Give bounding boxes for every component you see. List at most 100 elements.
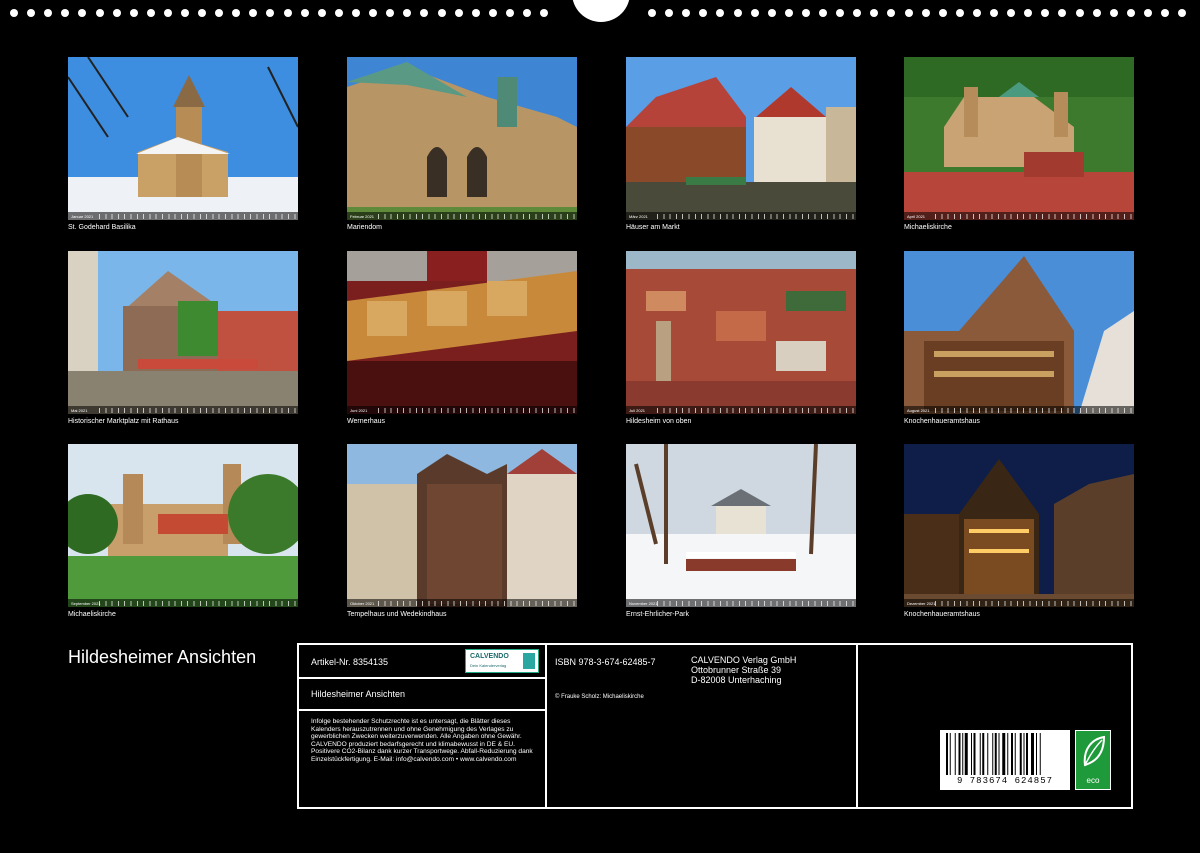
barcode-bars <box>946 733 1041 775</box>
month-strip: Januar 2021 <box>68 212 298 220</box>
day-cells <box>378 407 575 413</box>
month-label: November 2021 <box>629 600 658 606</box>
day-cells <box>378 600 575 606</box>
binding-hole <box>61 9 69 17</box>
thumbnail-photo: Februar 2021 <box>347 57 577 220</box>
binding-hole <box>768 9 776 17</box>
calendar-thumbnail: November 2021 Ernst-Ehrlicher-Park <box>626 444 856 618</box>
binding-hole <box>1144 9 1152 17</box>
day-cells <box>657 600 854 606</box>
thumbnail-caption: Michaeliskirche <box>904 224 952 231</box>
binding-hole <box>386 9 394 17</box>
binding-hole <box>751 9 759 17</box>
binding-hole <box>301 9 309 17</box>
hanger-cutout <box>572 0 630 22</box>
calvendo-logo-mark <box>523 653 535 669</box>
day-cells <box>99 407 296 413</box>
day-cells <box>657 407 854 413</box>
thumbnail-caption: Michaeliskirche <box>68 611 116 618</box>
isbn: ISBN 978-3-674-62485-7 <box>555 657 656 667</box>
binding-hole <box>78 9 86 17</box>
binding-hole <box>836 9 844 17</box>
binding-hole <box>403 9 411 17</box>
binding-hole <box>1058 9 1066 17</box>
binding-hole <box>164 9 172 17</box>
month-strip: Juli 2021 <box>626 406 856 414</box>
publisher-line: D-82008 Unterhaching <box>691 675 782 685</box>
binding-hole <box>438 9 446 17</box>
work-title-row: Hildesheimer Ansichten <box>299 679 545 711</box>
day-cells <box>657 213 854 219</box>
info-column-left: Artikel-Nr. 8354135 CALVENDO Dein Kalend… <box>299 645 547 807</box>
thumbnail-photo: August 2021 <box>904 251 1134 414</box>
month-strip: Dezember 2021 <box>904 599 1134 607</box>
binding-hole <box>489 9 497 17</box>
article-row: Artikel-Nr. 8354135 CALVENDO Dein Kalend… <box>299 645 545 679</box>
binding-hole <box>540 9 548 17</box>
binding-hole <box>905 9 913 17</box>
binding-hole <box>266 9 274 17</box>
month-strip: Oktober 2021 <box>347 599 577 607</box>
thumbnail-photo: März 2021 <box>626 57 856 220</box>
binding-hole <box>648 9 656 17</box>
month-label: Januar 2021 <box>71 213 94 219</box>
binding-hole <box>318 9 326 17</box>
month-strip: November 2021 <box>626 599 856 607</box>
calendar-thumbnail: September 2021 Michaeliskirche <box>68 444 298 618</box>
binding-hole <box>1178 9 1186 17</box>
binding-hole <box>96 9 104 17</box>
thumbnail-photo: Dezember 2021 <box>904 444 1134 607</box>
binding-hole <box>10 9 18 17</box>
thumbnail-caption: Mariendom <box>347 224 383 231</box>
binding-hole <box>352 9 360 17</box>
binding-hole <box>113 9 121 17</box>
binding-hole <box>956 9 964 17</box>
binding-hole <box>939 9 947 17</box>
binding-hole <box>665 9 673 17</box>
binding-hole <box>1161 9 1169 17</box>
thumbnail-caption: Knochenhaueramtshaus <box>904 611 980 618</box>
binding-hole <box>1041 9 1049 17</box>
binding-hole <box>1024 9 1032 17</box>
info-column-middle: ISBN 978-3-674-62485-7 © Frauke Scholz: … <box>547 645 858 807</box>
day-cells <box>99 213 296 219</box>
calendar-thumbnail: April 2021 Michaeliskirche <box>904 57 1134 231</box>
month-strip: Mai 2021 <box>68 406 298 414</box>
month-label: März 2021 <box>629 213 648 219</box>
binding-hole <box>853 9 861 17</box>
day-cells <box>935 213 1132 219</box>
calendar-thumbnail: Dezember 2021 Knochenhaueramtshaus <box>904 444 1134 618</box>
thumbnail-photo: April 2021 <box>904 57 1134 220</box>
calendar-thumbnail: März 2021 Häuser am Markt <box>626 57 856 231</box>
binding-hole <box>472 9 480 17</box>
info-panel: Artikel-Nr. 8354135 CALVENDO Dein Kalend… <box>297 643 1133 809</box>
binding-hole <box>455 9 463 17</box>
binding-hole <box>887 9 895 17</box>
month-strip: Februar 2021 <box>347 212 577 220</box>
eco-badge: eco <box>1075 730 1111 790</box>
binding-hole <box>232 9 240 17</box>
binding-hole <box>973 9 981 17</box>
calendar-thumbnail: August 2021 Knochenhaueramtshaus <box>904 251 1134 425</box>
month-label: Dezember 2021 <box>907 600 936 606</box>
leaf-icon <box>1083 735 1106 767</box>
barcode: 9 783674 624857 <box>940 730 1070 790</box>
month-label: Juli 2021 <box>629 407 646 413</box>
binding-hole <box>1110 9 1118 17</box>
thumbnail-caption: Häuser am Markt <box>626 224 680 231</box>
thumbnail-caption: Hildesheim von oben <box>626 418 692 425</box>
binding-hole <box>44 9 52 17</box>
publisher-line: Ottobrunner Straße 39 <box>691 665 782 675</box>
month-label: Oktober 2021 <box>350 600 375 606</box>
thumbnail-caption: St. Godehard Basilika <box>68 224 136 231</box>
binding-hole <box>130 9 138 17</box>
photo-copyright: © Frauke Scholz: Michaeliskirche <box>555 694 644 700</box>
binding-hole <box>27 9 35 17</box>
thumbnail-photo: Juni 2021 <box>347 251 577 414</box>
binding-hole <box>716 9 724 17</box>
thumbnail-caption: Ernst-Ehrlicher-Park <box>626 611 690 618</box>
binding-hole <box>284 9 292 17</box>
binding-hole <box>523 9 531 17</box>
month-label: Februar 2021 <box>350 213 375 219</box>
day-cells <box>935 600 1132 606</box>
